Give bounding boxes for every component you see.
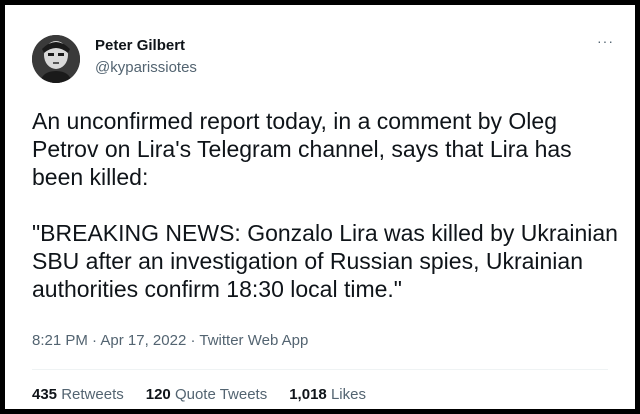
- retweets-count: 435: [32, 386, 58, 403]
- tweet-text: An unconfirmed report today, in a commen…: [32, 107, 622, 303]
- likes-label: Likes: [330, 386, 366, 403]
- quote-tweets-stat[interactable]: 120 Quote Tweets: [146, 386, 267, 403]
- tweet-source[interactable]: Twitter Web App: [199, 332, 308, 349]
- retweets-label: Retweets: [61, 386, 124, 403]
- tweet-metadata: 8:21 PM · Apr 17, 2022 · Twitter Web App: [32, 332, 308, 349]
- tweet-paragraph-2: "BREAKING NEWS: Gonzalo Lira was killed …: [32, 220, 618, 302]
- screenshot-frame: Peter Gilbert @kyparissiotes ··· An unco…: [0, 0, 640, 414]
- avatar[interactable]: [32, 35, 80, 83]
- tweet-time[interactable]: 8:21 PM: [32, 332, 88, 349]
- meta-separator: ·: [92, 332, 98, 349]
- meta-separator: ·: [190, 332, 196, 349]
- avatar-portrait-icon: [32, 35, 80, 83]
- likes-count: 1,018: [289, 386, 327, 403]
- more-options-icon[interactable]: ···: [597, 33, 614, 49]
- author-name[interactable]: Peter Gilbert: [95, 37, 185, 54]
- quote-tweets-count: 120: [145, 386, 171, 403]
- retweets-stat[interactable]: 435 Retweets: [32, 386, 124, 403]
- author-handle[interactable]: @kyparissiotes: [95, 59, 197, 76]
- tweet-date[interactable]: Apr 17, 2022: [100, 332, 186, 349]
- divider: [32, 369, 608, 370]
- tweet-card: Peter Gilbert @kyparissiotes ··· An unco…: [12, 11, 628, 403]
- engagement-stats: 435 Retweets 120 Quote Tweets 1,018 Like…: [32, 386, 366, 403]
- quote-tweets-label: Quote Tweets: [174, 386, 268, 403]
- likes-stat[interactable]: 1,018 Likes: [289, 386, 366, 403]
- tweet-paragraph-1: An unconfirmed report today, in a commen…: [32, 108, 572, 190]
